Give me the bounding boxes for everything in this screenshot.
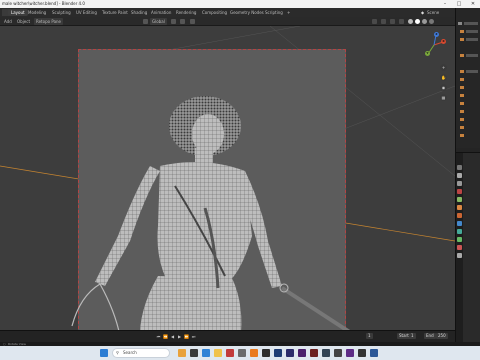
proportional-edit-icon[interactable] [190, 19, 195, 24]
app-icon-2[interactable] [238, 349, 246, 357]
tab-geometry-nodes[interactable]: Geometry Nodes [227, 9, 267, 16]
play-icon[interactable]: ▶ [177, 334, 182, 339]
blender-taskbar-icon[interactable] [250, 349, 258, 357]
magnet-icon[interactable] [180, 19, 185, 24]
app-icon-4[interactable] [286, 349, 294, 357]
app-icon-3[interactable] [262, 349, 270, 357]
perspective-toggle-icon[interactable]: ▦ [440, 94, 447, 101]
close-icon[interactable]: ✕ [466, 0, 480, 8]
scene-tab-icon[interactable] [457, 197, 462, 202]
output-tab-icon[interactable] [457, 181, 462, 186]
jump-end-icon[interactable]: ⏭ [191, 334, 196, 339]
snap-icon[interactable] [171, 19, 176, 24]
edge-icon[interactable] [202, 349, 210, 357]
solid-shading-icon[interactable] [415, 19, 420, 24]
constraints-tab-icon[interactable] [457, 237, 462, 242]
pan-hand-icon[interactable]: ✋ [440, 74, 447, 81]
material-tab-icon[interactable] [457, 245, 462, 250]
overlay-toggle-icon[interactable] [390, 19, 395, 24]
add-workspace-button[interactable]: + [284, 9, 293, 16]
scene-label[interactable]: Scene [424, 9, 442, 16]
maximize-icon[interactable]: □ [452, 0, 466, 8]
app-icon-11[interactable] [370, 349, 378, 357]
current-frame-field[interactable]: 1 [366, 333, 373, 339]
material-shading-icon[interactable] [422, 19, 427, 24]
search-icon: ⚲ [116, 350, 119, 355]
outliner[interactable] [456, 8, 480, 148]
end-frame-label: End [424, 333, 436, 339]
properties-editor[interactable] [456, 152, 480, 343]
torso-mesh [157, 162, 252, 286]
properties-tabs [456, 153, 463, 343]
windows-taskbar: ⚲ Search [0, 346, 480, 360]
taskbar-search[interactable]: ⚲ Search [112, 348, 170, 358]
tab-compositing[interactable]: Compositing [199, 9, 230, 16]
3d-viewport[interactable]: X Z Y + ✋ ◉ ▦ [0, 26, 455, 342]
view-layer-tab-icon[interactable] [457, 189, 462, 194]
right-panel [455, 8, 480, 343]
jump-start-icon[interactable]: ⏮ [156, 334, 161, 339]
tab-modeling[interactable]: Modeling [25, 9, 49, 16]
tab-animation[interactable]: Animation [148, 9, 174, 16]
gizmo-y-icon[interactable]: Y [425, 51, 430, 56]
tab-scripting[interactable]: Scripting [262, 9, 286, 16]
menu-add[interactable]: Add [2, 18, 14, 25]
app-icon-5[interactable] [298, 349, 306, 357]
left-sword-guard [71, 283, 121, 337]
task-view-icon[interactable] [190, 349, 198, 357]
timeline: ⏮ ⏪ ◀ ▶ ⏩ ⏭ 1 Start 1 End 250 [0, 330, 455, 342]
gizmo-z-icon[interactable]: Z [434, 32, 439, 37]
rendered-shading-icon[interactable] [429, 19, 434, 24]
viewport-visibility-icon[interactable] [372, 19, 377, 24]
search-placeholder: Search [123, 350, 137, 355]
orientation-dropdown[interactable]: Global [150, 18, 167, 25]
left-arm-mesh [95, 166, 160, 286]
camera-view-icon[interactable]: ◉ [440, 84, 447, 91]
character-mesh[interactable] [0, 26, 455, 342]
gizmo-toggle-icon[interactable] [381, 19, 386, 24]
minimize-icon[interactable]: – [438, 0, 452, 8]
texture-tab-icon[interactable] [457, 253, 462, 258]
workspace-bar: Layout Modeling Sculpting UV Editing Tex… [0, 8, 480, 17]
wireframe-shading-icon[interactable] [408, 19, 413, 24]
object-tab-icon[interactable] [457, 213, 462, 218]
app-icon-6[interactable] [310, 349, 318, 357]
app-icon-9[interactable] [346, 349, 354, 357]
prev-keyframe-icon[interactable]: ⏪ [163, 334, 168, 339]
app-icon-8[interactable] [334, 349, 342, 357]
gizmo-x-icon[interactable]: X [441, 39, 446, 44]
app-icon-7[interactable] [322, 349, 330, 357]
tab-sculpting[interactable]: Sculpting [49, 9, 74, 16]
retopo-pane-dropdown[interactable]: Retopo Pane [34, 18, 64, 25]
modifier-tab-icon[interactable] [457, 221, 462, 226]
outliner-rows [458, 22, 478, 137]
play-reverse-icon[interactable]: ◀ [170, 334, 175, 339]
app-icon-1[interactable] [226, 349, 234, 357]
window-titlebar: male witcher\witcher.blend] - Blender 4.… [0, 0, 480, 8]
window-title: male witcher\witcher.blend] - Blender 4.… [2, 1, 85, 6]
tab-shading[interactable]: Shading [128, 9, 150, 16]
zoom-icon[interactable]: + [440, 64, 447, 71]
viewport-header: Add Object Retopo Pane Global Options [0, 17, 455, 33]
app-icon-10[interactable] [358, 349, 366, 357]
tab-uv-editing[interactable]: UV Editing [73, 9, 100, 16]
world-tab-icon[interactable] [457, 205, 462, 210]
windows-start-icon[interactable] [100, 349, 108, 357]
photoshop-icon[interactable] [274, 349, 282, 357]
tab-texture-paint[interactable]: Texture Paint [99, 9, 131, 16]
menu-object[interactable]: Object [15, 18, 32, 25]
xray-toggle-icon[interactable] [399, 19, 404, 24]
physics-tab-icon[interactable] [457, 229, 462, 234]
navigation-gizmo[interactable]: X Z Y [420, 30, 450, 60]
tool-tab-icon[interactable] [457, 165, 462, 170]
next-keyframe-icon[interactable]: ⏩ [184, 334, 189, 339]
render-tab-icon[interactable] [457, 173, 462, 178]
tab-rendering[interactable]: Rendering [173, 9, 199, 16]
file-explorer-icon[interactable] [214, 349, 222, 357]
end-frame-field[interactable]: 250 [436, 333, 448, 339]
transform-pivot-icon[interactable] [143, 19, 148, 24]
widget-icon[interactable] [178, 349, 186, 357]
start-frame-field[interactable]: 1 [409, 333, 416, 339]
